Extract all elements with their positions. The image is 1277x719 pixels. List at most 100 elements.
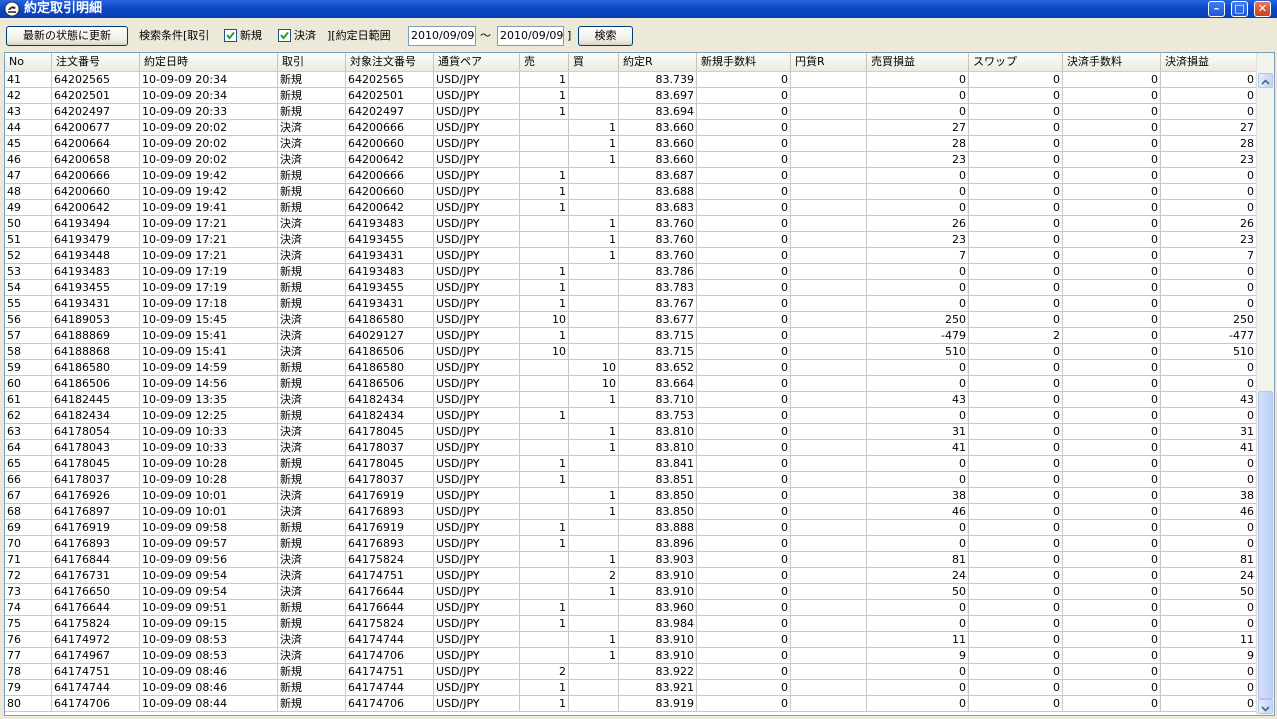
column-header-yen-rate[interactable]: 円貨R <box>791 53 867 71</box>
table-row[interactable]: 63 64178054 10-09-09 10:33 決済 64178045 USD/JP… <box>5 424 1257 440</box>
table-row[interactable]: 49 64200642 10-09-09 19:41 新規 64200642 USD/JP… <box>5 200 1257 216</box>
cell-order-no: 64202565 <box>52 72 140 87</box>
table-row[interactable]: 52 64193448 10-09-09 17:21 決済 64193431 USD/JP… <box>5 248 1257 264</box>
table-row[interactable]: 64 64178043 10-09-09 10:33 決済 64178037 USD/JP… <box>5 440 1257 456</box>
table-row[interactable]: 61 64182445 10-09-09 13:35 決済 64182434 USD/JP… <box>5 392 1257 408</box>
table-row[interactable]: 44 64200677 10-09-09 20:02 決済 64200666 USD/JP… <box>5 120 1257 136</box>
column-header-no[interactable]: No <box>5 53 52 71</box>
table-row[interactable]: 76 64174972 10-09-09 08:53 決済 64174744 USD/JP… <box>5 632 1257 648</box>
table-row[interactable]: 73 64176650 10-09-09 09:54 決済 64176644 USD/JP… <box>5 584 1257 600</box>
table-row[interactable]: 65 64178045 10-09-09 10:28 新規 64178045 USD/JP… <box>5 456 1257 472</box>
table-row[interactable]: 43 64202497 10-09-09 20:33 新規 64202497 USD/JP… <box>5 104 1257 120</box>
table-row[interactable]: 48 64200660 10-09-09 19:42 新規 64200660 USD/JP… <box>5 184 1257 200</box>
maximize-button[interactable]: □ <box>1231 1 1248 17</box>
column-header-pl[interactable]: 売買損益 <box>867 53 969 71</box>
cell-new-fee: 0 <box>697 472 791 487</box>
minimize-button[interactable]: – <box>1208 1 1225 17</box>
table-row[interactable]: 79 64174744 10-09-09 08:46 新規 64174744 USD/JP… <box>5 680 1257 696</box>
cell-order-no: 64178045 <box>52 456 140 471</box>
cell-settle-fee: 0 <box>1063 376 1161 391</box>
cell-order-no: 64193455 <box>52 280 140 295</box>
cell-trade-type: 新規 <box>278 680 346 695</box>
table-row[interactable]: 53 64193483 10-09-09 17:19 新規 64193483 USD/JP… <box>5 264 1257 280</box>
table-row[interactable]: 78 64174751 10-09-09 08:46 新規 64174751 USD/JP… <box>5 664 1257 680</box>
search-button[interactable]: 検索 <box>578 26 633 46</box>
cell-new-fee: 0 <box>697 648 791 663</box>
column-header-currency-pair[interactable]: 通貨ペア <box>434 53 520 71</box>
table-row[interactable]: 80 64174706 10-09-09 08:44 新規 64174706 USD/JP… <box>5 696 1257 712</box>
cell-rate: 83.810 <box>619 424 697 439</box>
table-row[interactable]: 41 64202565 10-09-09 20:34 新規 64202565 USD/JP… <box>5 72 1257 88</box>
table-row[interactable]: 67 64176926 10-09-09 10:01 決済 64176919 USD/JP… <box>5 488 1257 504</box>
column-header-sell[interactable]: 売 <box>520 53 569 71</box>
cell-yen-rate <box>791 584 867 599</box>
table-row[interactable]: 72 64176731 10-09-09 09:54 決済 64174751 USD/JP… <box>5 568 1257 584</box>
table-row[interactable]: 47 64200666 10-09-09 19:42 新規 64200666 USD/JP… <box>5 168 1257 184</box>
column-header-rate[interactable]: 約定R <box>619 53 697 71</box>
table-row[interactable]: 62 64182434 10-09-09 12:25 新規 64182434 USD/JP… <box>5 408 1257 424</box>
settle-checkbox-label[interactable]: 決済 <box>294 26 316 46</box>
window-title: 約定取引明細 <box>24 1 103 16</box>
table-row[interactable]: 42 64202501 10-09-09 20:34 新規 64202501 USD/JP… <box>5 88 1257 104</box>
column-header-swap[interactable]: スワップ <box>969 53 1063 71</box>
cell-target-order-no: 64193483 <box>346 216 434 231</box>
table-row[interactable]: 69 64176919 10-09-09 09:58 新規 64176919 USD/JP… <box>5 520 1257 536</box>
scroll-down-button[interactable] <box>1258 699 1273 714</box>
column-header-settle-fee[interactable]: 決済手数料 <box>1063 53 1161 71</box>
table-row[interactable]: 59 64186580 10-09-09 14:59 新規 64186580 USD/JP… <box>5 360 1257 376</box>
cell-currency-pair: USD/JPY <box>434 296 520 311</box>
table-row[interactable]: 77 64174967 10-09-09 08:53 決済 64174706 USD/JP… <box>5 648 1257 664</box>
table-row[interactable]: 58 64188868 10-09-09 15:41 決済 64186506 USD/JP… <box>5 344 1257 360</box>
column-header-order-no[interactable]: 注文番号 <box>52 53 140 71</box>
cell-rate: 83.783 <box>619 280 697 295</box>
cell-trade-type: 新規 <box>278 72 346 87</box>
scroll-up-button[interactable] <box>1258 73 1273 88</box>
table-row[interactable]: 50 64193494 10-09-09 17:21 決済 64193483 USD/JP… <box>5 216 1257 232</box>
cell-order-no: 64176919 <box>52 520 140 535</box>
table-row[interactable]: 70 64176893 10-09-09 09:57 新規 64176893 USD/JP… <box>5 536 1257 552</box>
date-to-field[interactable]: 2010/09/09 <box>497 26 564 46</box>
table-row[interactable]: 60 64186506 10-09-09 14:56 新規 64186506 USD/JP… <box>5 376 1257 392</box>
table-row[interactable]: 46 64200658 10-09-09 20:02 決済 64200642 USD/JP… <box>5 152 1257 168</box>
table-row[interactable]: 55 64193431 10-09-09 17:18 新規 64193431 USD/JP… <box>5 296 1257 312</box>
column-header-trade-time[interactable]: 約定日時 <box>140 53 278 71</box>
column-header-buy[interactable]: 買 <box>569 53 619 71</box>
cell-swap: 0 <box>969 600 1063 615</box>
table-row[interactable]: 45 64200664 10-09-09 20:02 決済 64200660 USD/JP… <box>5 136 1257 152</box>
column-header-trade-type[interactable]: 取引 <box>278 53 346 71</box>
new-checkbox[interactable] <box>224 29 237 42</box>
table-row[interactable]: 71 64176844 10-09-09 09:56 決済 64175824 USD/JP… <box>5 552 1257 568</box>
date-from-field[interactable]: 2010/09/09 <box>408 26 476 46</box>
cell-pl: 23 <box>867 152 969 167</box>
cell-swap: 0 <box>969 552 1063 567</box>
table-row[interactable]: 68 64176897 10-09-09 10:01 決済 64176893 USD/JP… <box>5 504 1257 520</box>
cell-currency-pair: USD/JPY <box>434 616 520 631</box>
cell-settle-fee: 0 <box>1063 392 1161 407</box>
table-row[interactable]: 51 64193479 10-09-09 17:21 決済 64193455 USD/JP… <box>5 232 1257 248</box>
table-row[interactable]: 75 64175824 10-09-09 09:15 新規 64175824 USD/JP… <box>5 616 1257 632</box>
cell-settle-fee: 0 <box>1063 488 1161 503</box>
refresh-button[interactable]: 最新の状態に更新 <box>6 26 128 46</box>
cell-settle-fee: 0 <box>1063 440 1161 455</box>
table-row[interactable]: 66 64178037 10-09-09 10:28 新規 64178037 USD/JP… <box>5 472 1257 488</box>
scroll-thumb[interactable] <box>1258 391 1273 699</box>
column-header-new-fee[interactable]: 新規手数料 <box>697 53 791 71</box>
settle-checkbox[interactable] <box>278 29 291 42</box>
cell-order-no: 64174967 <box>52 648 140 663</box>
cell-settle-fee: 0 <box>1063 72 1161 87</box>
table-row[interactable]: 74 64176644 10-09-09 09:51 新規 64176644 USD/JP… <box>5 600 1257 616</box>
cell-settle-pl: 0 <box>1161 264 1257 279</box>
cell-no: 43 <box>5 104 52 119</box>
table-row[interactable]: 56 64189053 10-09-09 15:45 決済 64186580 USD/JP… <box>5 312 1257 328</box>
table-row[interactable]: 57 64188869 10-09-09 15:41 決済 64029127 USD/JP… <box>5 328 1257 344</box>
cell-settle-pl: 0 <box>1161 680 1257 695</box>
column-header-settle-pl[interactable]: 決済損益 <box>1161 53 1257 71</box>
cell-swap: 0 <box>969 200 1063 215</box>
table-row[interactable]: 54 64193455 10-09-09 17:19 新規 64193455 USD/JP… <box>5 280 1257 296</box>
cell-no: 65 <box>5 456 52 471</box>
column-header-target-order-no[interactable]: 対象注文番号 <box>346 53 434 71</box>
vertical-scrollbar[interactable] <box>1256 53 1274 715</box>
cell-settle-pl: 23 <box>1161 152 1257 167</box>
close-button[interactable]: ✕ <box>1254 1 1271 17</box>
new-checkbox-label[interactable]: 新規 <box>240 26 262 46</box>
